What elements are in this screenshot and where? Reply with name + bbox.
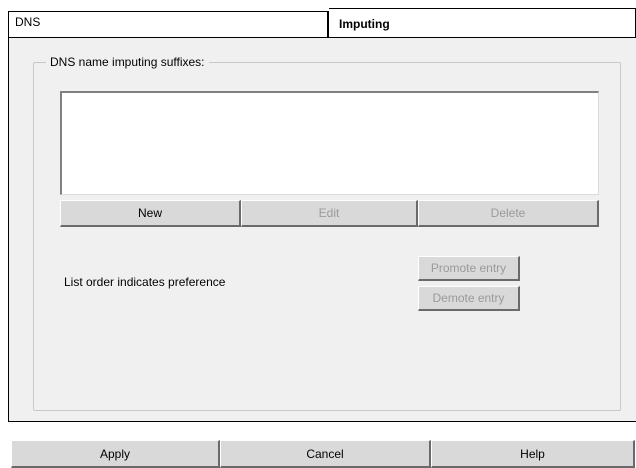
tab-imputing[interactable]: Imputing [329,8,636,38]
delete-button[interactable]: Delete [418,200,599,227]
suffixes-group-label: DNS name imputing suffixes: [46,55,209,69]
imputing-panel: DNS name imputing suffixes: New Edit Del… [8,37,636,422]
demote-entry-button[interactable]: Demote entry [418,286,520,311]
suffix-list[interactable] [60,91,599,195]
suffixes-groupbox: DNS name imputing suffixes: New Edit Del… [33,55,621,411]
list-order-note: List order indicates preference [64,275,226,289]
help-button[interactable]: Help [431,440,635,468]
edit-button[interactable]: Edit [241,200,418,227]
promote-entry-button[interactable]: Promote entry [418,256,520,281]
tab-imputing-label: Imputing [339,17,390,31]
new-button[interactable]: New [60,200,241,227]
tab-dns[interactable]: DNS [8,11,329,38]
cancel-button[interactable]: Cancel [220,440,431,468]
apply-button[interactable]: Apply [11,440,220,468]
tab-dns-label: DNS [15,15,41,29]
